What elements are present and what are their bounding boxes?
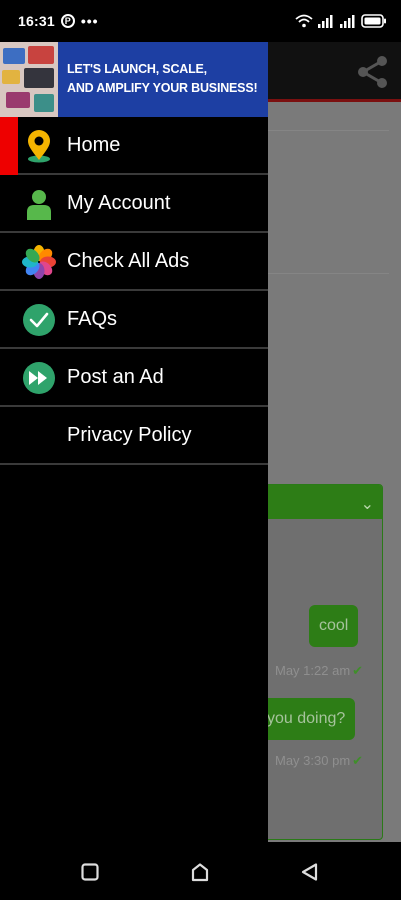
status-time: 16:31 xyxy=(18,13,55,29)
message-time: May 1:22 am ✔ xyxy=(275,663,364,678)
drawer-menu: Home My Account Check All Ads FAQs Post … xyxy=(0,117,268,465)
location-pin-icon xyxy=(28,130,50,163)
banner-text: LET'S LAUNCH, SCALE, AND AMPLIFY YOUR BU… xyxy=(67,60,258,98)
banner-image xyxy=(0,42,58,117)
chevron-down-icon[interactable]: ⌄ xyxy=(361,494,374,514)
system-nav-bar xyxy=(0,842,401,900)
background-divider xyxy=(268,273,389,274)
menu-label: Check All Ads xyxy=(67,249,190,272)
more-notifications-icon: ••• xyxy=(80,13,99,29)
chat-card: ⌄ cool May 1:22 am ✔ you doing? May 3:30 … xyxy=(252,484,383,840)
menu-label: Privacy Policy xyxy=(67,423,192,446)
share-icon[interactable] xyxy=(353,52,393,92)
status-bar: 16:31 P ••• xyxy=(0,0,401,42)
active-indicator xyxy=(0,117,18,175)
wifi-icon xyxy=(295,14,313,28)
chat-bubble: you doing? xyxy=(257,698,356,740)
fast-forward-icon xyxy=(23,362,55,394)
promo-banner[interactable]: LET'S LAUNCH, SCALE, AND AMPLIFY YOUR BU… xyxy=(0,42,268,117)
p-badge-icon: P xyxy=(60,14,75,28)
signal-2-icon xyxy=(340,15,355,28)
check-icon: ✔ xyxy=(352,663,364,678)
banner-line-2: AND AMPLIFY YOUR BUSINESS! xyxy=(67,81,258,95)
home-icon[interactable] xyxy=(190,862,210,882)
background-divider xyxy=(268,130,389,131)
menu-item-post-an-ad[interactable]: Post an Ad xyxy=(0,349,268,407)
menu-label: My Account xyxy=(67,191,171,214)
check-circle-icon xyxy=(23,304,55,336)
photos-flower-icon xyxy=(22,245,56,279)
menu-label: FAQs xyxy=(67,307,118,330)
battery-icon xyxy=(361,14,386,28)
menu-label: Post an Ad xyxy=(67,365,164,388)
signal-icon xyxy=(318,15,333,28)
menu-item-home[interactable]: Home xyxy=(0,117,268,175)
check-icon: ✔ xyxy=(352,753,364,768)
message-time: May 3:30 pm ✔ xyxy=(275,753,364,768)
navigation-drawer: LET'S LAUNCH, SCALE, AND AMPLIFY YOUR BU… xyxy=(0,42,268,842)
triangle-back-icon[interactable] xyxy=(300,862,320,882)
user-icon xyxy=(27,190,51,220)
banner-line-1: LET'S LAUNCH, SCALE, xyxy=(67,62,207,76)
chat-bubble: cool xyxy=(309,605,359,647)
menu-item-faqs[interactable]: FAQs xyxy=(0,291,268,349)
menu-label: Home xyxy=(67,133,121,156)
menu-item-privacy-policy[interactable]: Privacy Policy xyxy=(0,407,268,465)
square-icon[interactable] xyxy=(80,862,100,882)
menu-item-my-account[interactable]: My Account xyxy=(0,175,268,233)
chat-header[interactable]: ⌄ xyxy=(253,485,382,519)
menu-item-check-all-ads[interactable]: Check All Ads xyxy=(0,233,268,291)
